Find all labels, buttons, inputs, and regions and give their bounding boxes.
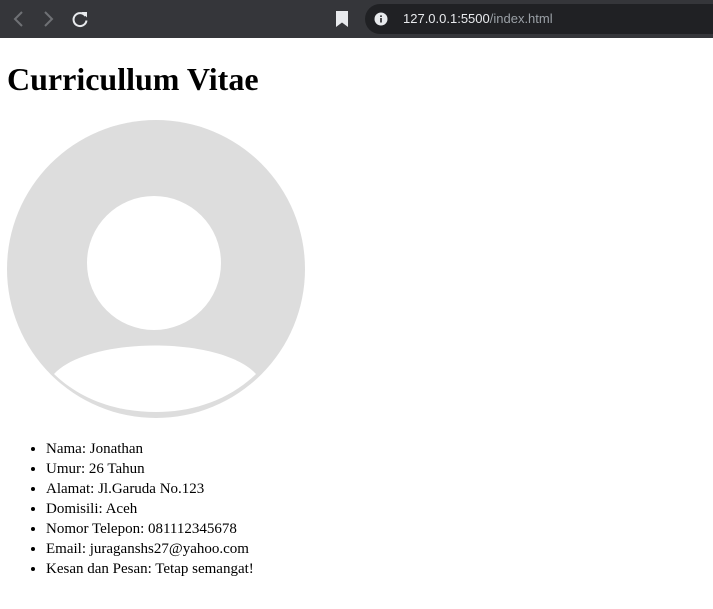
arrow-left-icon [13, 11, 23, 27]
list-item: Domisili: Aceh [46, 499, 254, 519]
back-button[interactable] [9, 9, 29, 29]
personal-details-list: Nama: Jonathan Umur: 26 Tahun Alamat: Jl… [0, 439, 254, 579]
list-item: Nama: Jonathan [46, 439, 254, 459]
list-item: Kesan dan Pesan: Tetap semangat! [46, 559, 254, 579]
bookmark-icon[interactable] [334, 9, 350, 29]
url-path: /index.html [489, 11, 553, 26]
list-item: Umur: 26 Tahun [46, 459, 254, 479]
browser-toolbar: 127.0.0.1:5500/index.html [0, 0, 713, 38]
url-host: 127.0.0.1:5500 [403, 11, 490, 26]
page-title: Curricullum Vitae [7, 61, 259, 97]
arrow-right-icon [44, 11, 54, 27]
list-item: Email: juraganshs27@yahoo.com [46, 539, 254, 559]
url-text[interactable]: 127.0.0.1:5500/index.html [403, 10, 553, 27]
list-item: Alamat: Jl.Garuda No.123 [46, 479, 254, 499]
reload-icon [72, 12, 88, 28]
reload-button[interactable] [70, 9, 90, 29]
info-icon[interactable] [374, 12, 388, 26]
list-item: Nomor Telepon: 081112345678 [46, 519, 254, 539]
default-user-avatar [7, 120, 305, 418]
address-bar[interactable]: 127.0.0.1:5500/index.html [365, 4, 713, 34]
forward-button[interactable] [38, 9, 58, 29]
